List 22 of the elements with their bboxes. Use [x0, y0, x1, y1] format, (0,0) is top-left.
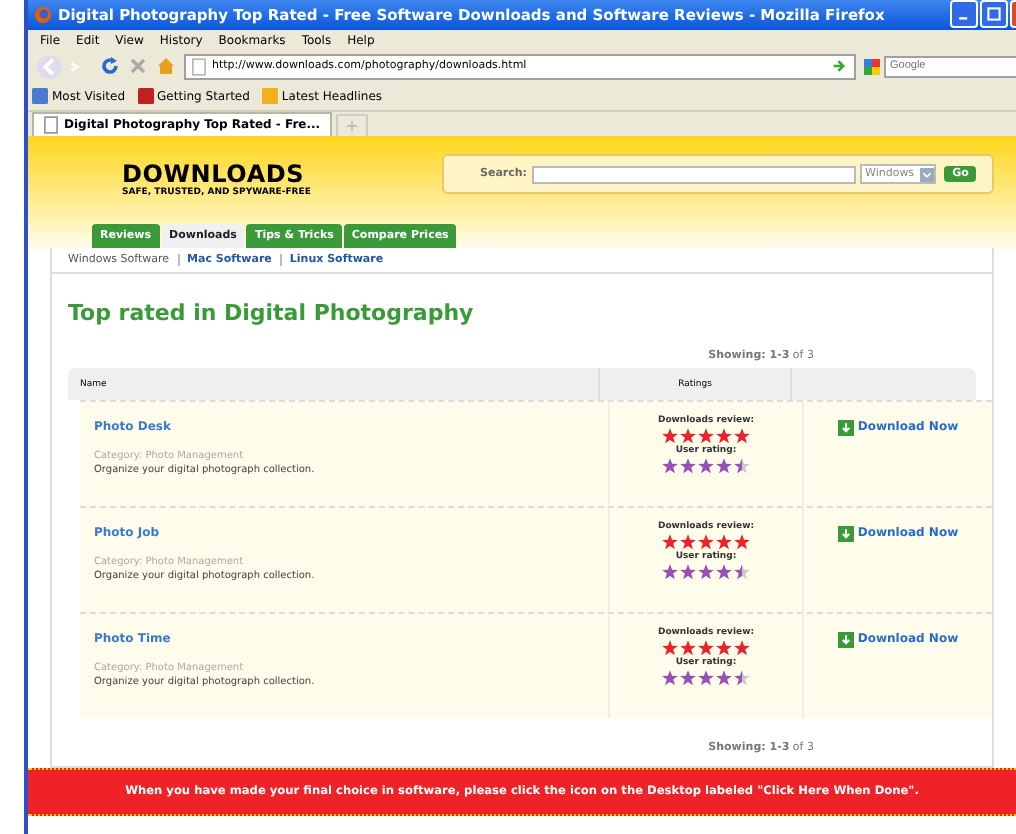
download-icon — [837, 420, 854, 436]
page-heading: Top rated in Digital Photography — [68, 300, 476, 326]
maximize-button[interactable] — [980, 0, 1008, 29]
bookmark-icon — [137, 88, 154, 105]
dropdown-arrow-icon — [920, 167, 935, 181]
stop-icon[interactable] — [128, 56, 148, 77]
reload-icon[interactable] — [100, 56, 120, 77]
browser-logo-icon — [34, 5, 52, 24]
page-icon — [192, 57, 206, 76]
download-icon — [837, 526, 854, 542]
maximize-icon — [986, 6, 1002, 23]
search-engine-icon — [864, 57, 880, 76]
bookmark-icon — [32, 88, 48, 105]
home-icon[interactable] — [156, 56, 176, 77]
go-arrow-icon[interactable] — [832, 58, 848, 75]
page-icon — [44, 116, 58, 134]
site-logo[interactable]: DOWNLOADS — [122, 160, 442, 188]
search-field[interactable] — [531, 165, 855, 183]
minimize-button[interactable] — [950, 0, 978, 29]
plus-icon — [346, 120, 359, 132]
download-icon — [837, 632, 854, 648]
bookmark-icon — [261, 88, 278, 105]
